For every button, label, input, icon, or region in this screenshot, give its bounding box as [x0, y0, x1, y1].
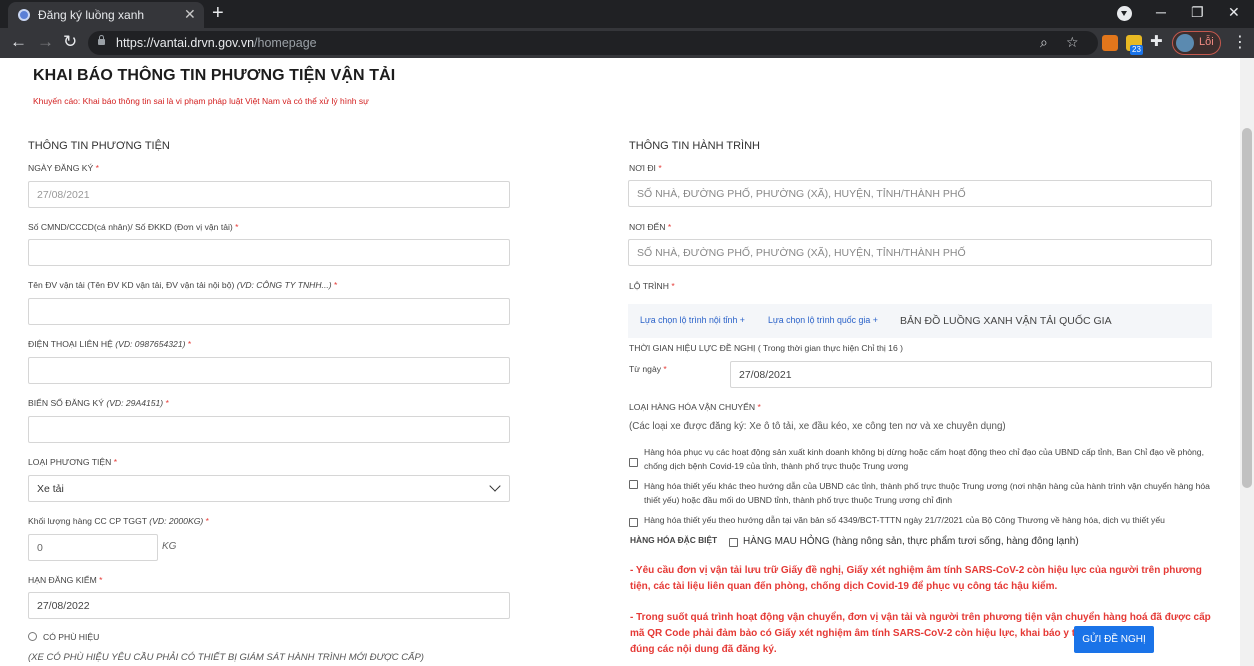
browser-toolbar: ← → ↻ https://vantai.drvn.gov.vn/homepag… [0, 28, 1254, 58]
kebab-menu-icon[interactable]: ⋮ [1232, 32, 1248, 52]
zoom-icon[interactable]: ⌕ [1040, 34, 1048, 51]
weight-unit: KG [162, 541, 177, 552]
browser-tab[interactable]: Đăng ký luồng xanh ✕ [8, 2, 204, 28]
inspection-date-field[interactable]: 27/08/2022 [28, 592, 510, 619]
vehicle-section-title: THÔNG TIN PHƯƠNG TIỆN [28, 140, 170, 152]
badge-label: CÓ PHÙ HIỆU [43, 632, 100, 642]
to-label: NƠI ĐẾN * [629, 222, 672, 232]
company-field[interactable] [28, 298, 510, 325]
id-number-field[interactable] [28, 239, 510, 266]
page-title: KHAI BÁO THÔNG TIN PHƯƠNG TIỆN VẬN TẢI [33, 67, 396, 84]
submit-button[interactable]: GỬI ĐỀ NGHỊ [1074, 626, 1154, 653]
goods-label: LOẠI HÀNG HÓA VẬN CHUYỂN * [629, 402, 761, 412]
phone-label: ĐIỆN THOẠI LIÊN HỆ (VD: 0987654321) * [28, 339, 192, 349]
puzzle-icon[interactable]: ✚ [1150, 32, 1163, 52]
route-label: LỘ TRÌNH * [629, 281, 675, 291]
goods-option-3-checkbox[interactable] [629, 518, 638, 527]
page-scrollbar[interactable] [1240, 58, 1254, 666]
avatar [1176, 34, 1194, 52]
tab-search-icon[interactable] [1117, 6, 1132, 21]
new-tab-button[interactable]: + [212, 2, 224, 24]
badge-radio[interactable] [28, 632, 37, 641]
url-text: https://vantai.drvn.gov.vn/homepage [116, 36, 317, 50]
route-map-link[interactable]: BẢN ĐỒ LUỒNG XANH VẬN TẢI QUỐC GIA [900, 315, 1112, 327]
maximize-icon[interactable]: ❐ [1191, 4, 1204, 21]
validity-label: THỜI GIAN HIỆU LỰC ĐỀ NGHỊ ( Trong thời … [629, 343, 903, 353]
notice-1: - Yêu cầu đơn vị vận tải lưu trữ Giấy đề… [630, 565, 1202, 592]
extension-badge: 23 [1130, 45, 1143, 55]
inspection-label: HẠN ĐĂNG KIỂM * [28, 575, 103, 585]
forward-icon[interactable]: → [37, 32, 54, 52]
tab-title: Đăng ký luồng xanh [38, 8, 145, 22]
minimize-icon[interactable]: ─ [1156, 4, 1166, 20]
from-date-field[interactable]: 27/08/2021 [730, 361, 1212, 388]
weight-label: Khối lượng hàng CC CP TGGT (VD: 2000KG) … [28, 516, 209, 526]
reg-date-field[interactable]: 27/08/2021 [28, 181, 510, 208]
company-label: Tên ĐV vận tải (Tên ĐV KD vận tải, ĐV vậ… [28, 280, 338, 290]
badge-note: (XE CÓ PHÙ HIỆU YÊU CẦU PHẢI CÓ THIẾT BỊ… [28, 652, 424, 663]
legal-warning: Khuyến cáo: Khai báo thông tin sai là vi… [33, 96, 369, 106]
to-address-input[interactable]: SỐ NHÀ, ĐƯỜNG PHỐ, PHƯỜNG (XÃ), HUYỆN, T… [628, 239, 1212, 266]
browser-tab-bar: Đăng ký luồng xanh ✕ + ─ ❐ ✕ [0, 0, 1254, 28]
goods-option-2-label: Hàng hóa thiết yếu khác theo hướng dẫn c… [644, 481, 1210, 505]
route-local-link[interactable]: Lựa chọn lộ trình nội tỉnh + [640, 315, 745, 325]
profile-error-label: Lỗi [1199, 36, 1214, 48]
lock-icon[interactable] [98, 35, 105, 45]
profile-button[interactable]: Lỗi [1172, 31, 1221, 55]
goods-note: (Các loại xe được đăng ký: Xe ô tô tải, … [629, 421, 1006, 432]
chrome-favicon-icon [18, 9, 30, 21]
id-number-label: Số CMND/CCCD(cá nhân)/ Số ĐKKD (Đơn vị v… [28, 222, 239, 232]
weight-field[interactable]: 0 [28, 534, 158, 561]
vehicle-type-value: Xe tải [37, 483, 64, 495]
special-goods-checkbox[interactable] [729, 538, 738, 547]
phone-field[interactable] [28, 357, 510, 384]
tab-close-icon[interactable]: ✕ [184, 6, 196, 23]
scrollbar-thumb[interactable] [1242, 128, 1252, 488]
star-icon[interactable]: ☆ [1066, 34, 1079, 51]
route-national-link[interactable]: Lựa chọn lộ trình quốc gia + [768, 315, 878, 325]
plus-icon: + [739, 315, 745, 325]
journey-section-title: THÔNG TIN HÀNH TRÌNH [629, 140, 760, 152]
special-goods-option: HÀNG MAU HỎNG (hàng nông sản, thực phẩm … [743, 536, 1079, 547]
goods-option-1-label: Hàng hóa phục vụ các hoạt động sản xuất … [644, 447, 1204, 471]
reg-date-label: NGÀY ĐĂNG KÝ * [28, 163, 100, 173]
reload-icon[interactable]: ↻ [63, 32, 77, 52]
special-goods-label: HÀNG HÓA ĐẶC BIỆT [630, 535, 718, 545]
from-label: NƠI ĐI * [629, 163, 662, 173]
goods-option-3-label: Hàng hóa thiết yếu theo hướng dẫn tại vă… [644, 515, 1165, 525]
from-date-label: Từ ngày * [629, 364, 667, 374]
plus-icon: + [872, 315, 878, 325]
plate-label: BIỂN SỐ ĐĂNG KÝ (VD: 29A4151) * [28, 398, 169, 408]
plate-field[interactable] [28, 416, 510, 443]
metamask-icon[interactable] [1102, 35, 1118, 51]
close-window-icon[interactable]: ✕ [1228, 4, 1240, 21]
vehicle-type-select[interactable]: Xe tải [28, 475, 510, 502]
chevron-down-icon [489, 480, 501, 492]
vehicle-type-label: LOẠI PHƯƠNG TIỆN * [28, 457, 118, 467]
goods-option-2-checkbox[interactable] [629, 480, 638, 489]
back-icon[interactable]: ← [10, 32, 27, 52]
from-address-input[interactable]: SỐ NHÀ, ĐƯỜNG PHỐ, PHƯỜNG (XÃ), HUYỆN, T… [628, 180, 1212, 207]
address-bar[interactable]: https://vantai.drvn.gov.vn/homepage ⌕ ☆ [88, 31, 1098, 55]
goods-option-1-checkbox[interactable] [629, 458, 638, 467]
